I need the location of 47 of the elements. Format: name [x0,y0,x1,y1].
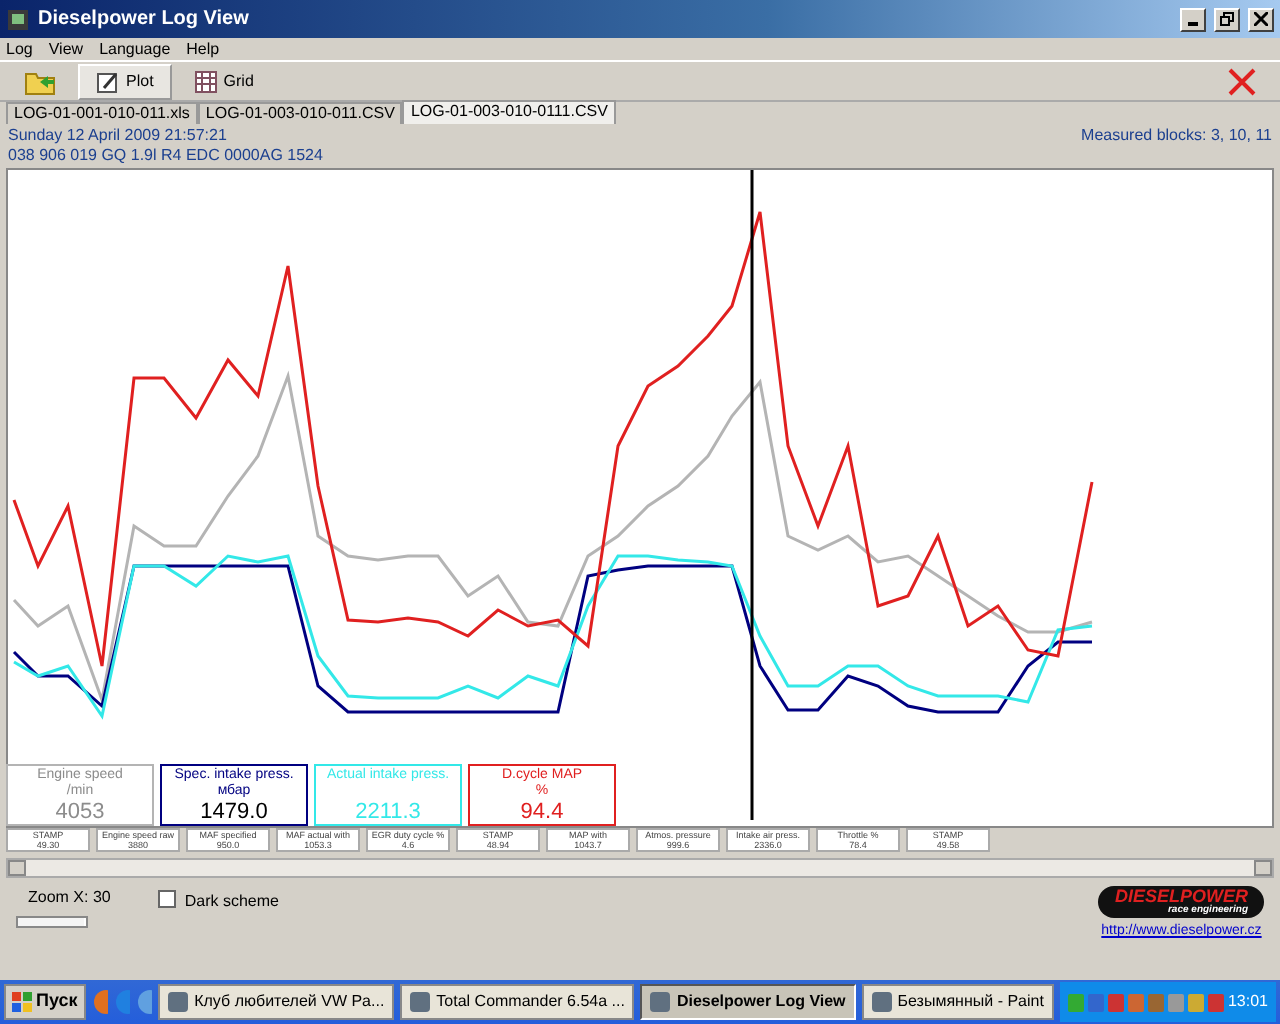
dark-scheme-checkbox[interactable] [158,890,177,908]
menu-item[interactable]: Language [99,37,171,61]
measured-blocks: Measured blocks: 3, 10, 11 [1081,126,1272,166]
windows-logo-icon [12,992,32,1012]
start-button[interactable]: Пуск [4,984,86,1020]
restore-button[interactable] [1214,7,1240,31]
taskbar-button[interactable]: Total Commander 6.54a ... [400,984,635,1020]
pencil-icon [96,69,120,93]
dark-scheme-label: Dark scheme [184,890,279,914]
menu-item[interactable]: View [48,37,84,61]
app-icon [871,992,892,1012]
close-icon [1228,67,1256,95]
horizontal-scrollbar[interactable] [6,858,1274,878]
menu-item[interactable]: Log [6,37,33,61]
folder-icon [24,67,56,95]
toolbar-tab[interactable]: Plot [78,63,172,99]
file-tab[interactable]: LOG-01-003-010-011.CSV [197,102,403,124]
app-icon [168,992,189,1012]
quick-launch-icon[interactable] [91,988,108,1016]
app-icon [6,7,30,31]
taskbar-button[interactable]: Dieselpower Log View [640,984,856,1020]
close-icon [1254,12,1268,27]
file-tab[interactable]: LOG-01-001-010-011.xls [6,102,198,124]
gauge-value: 94.4 [518,800,566,824]
ecu-info: 038 906 019 GQ 1.9l R4 EDC 0000AG 1524 [8,146,323,166]
zoom-slider[interactable] [16,916,88,928]
log-date: Sunday 12 April 2009 21:57:21 [8,126,229,146]
taskbar-button[interactable]: Клуб любителей VW Pa... [158,984,395,1020]
app-icon [650,992,671,1012]
grid-icon [193,69,218,93]
gauge-value: 4053 [53,800,107,824]
close-button[interactable] [1248,7,1274,31]
clock: 13:01 [1227,990,1268,1014]
file-tab[interactable]: LOG-01-003-010-0111.CSV [402,100,616,124]
gauge-value: 2211.3 [353,800,423,824]
quick-launch-icon[interactable] [113,988,130,1016]
restore-icon [1220,12,1234,27]
minimize-button[interactable] [1180,7,1206,31]
menu-item[interactable]: Help [186,37,220,61]
gauge-value: 1479.0 [198,800,270,824]
zoom-label: Zoom X: 30 [26,886,111,910]
app-icon [410,992,431,1012]
toolbar-tab[interactable]: Grid [175,63,272,99]
quick-launch-icon[interactable] [135,988,153,1016]
taskbar-button[interactable]: Безымянный - Paint [861,984,1054,1020]
cursor-line[interactable] [750,170,754,820]
window-title: Dieselpower Log View [38,6,251,34]
